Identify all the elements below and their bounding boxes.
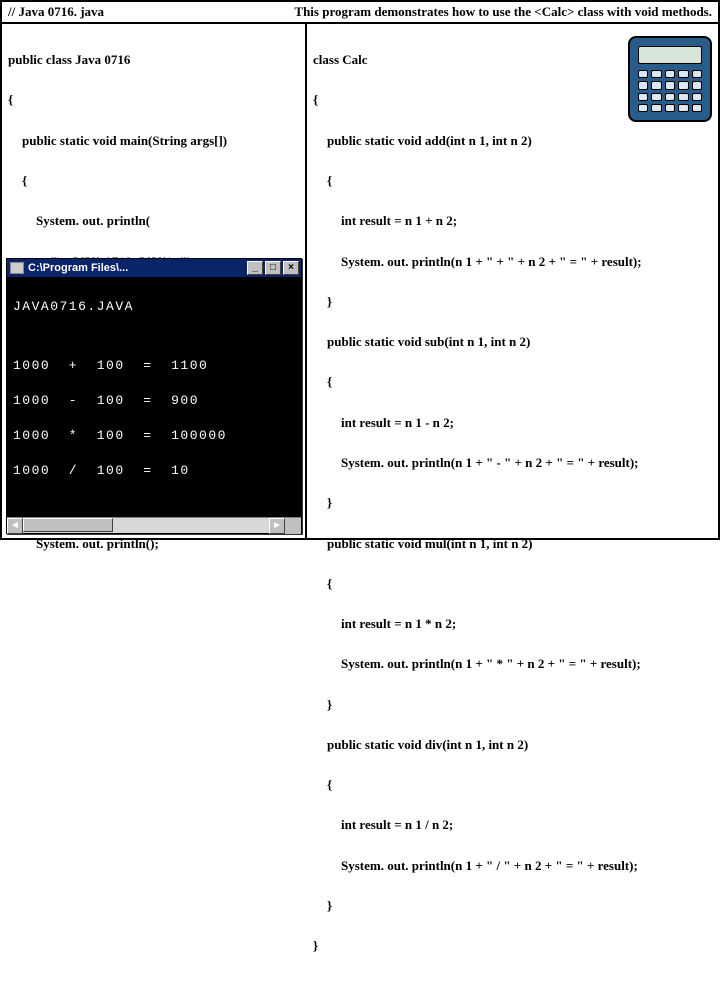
scroll-track[interactable] (23, 518, 269, 533)
code-line: System. out. println(n 1 + " / " + n 2 +… (313, 856, 712, 876)
header-description: This program demonstrates how to use the… (110, 2, 718, 22)
code-line: System. out. println(n 1 + " - " + n 2 +… (313, 453, 712, 473)
code-line: } (313, 936, 712, 956)
code-line: { (313, 372, 712, 392)
code-line: { (313, 574, 712, 594)
output-line: 1000 * 100 = 100000 (13, 427, 295, 445)
horizontal-scrollbar[interactable]: ◄ ► (7, 517, 301, 533)
code-line: } (313, 695, 712, 715)
code-line: { (8, 90, 299, 110)
code-line: } (313, 292, 712, 312)
code-line: } (313, 493, 712, 513)
code-line: System. out. println(n 1 + " * " + n 2 +… (313, 654, 712, 674)
console-output: JAVA0716.JAVA 1000 + 100 = 1100 1000 - 1… (7, 277, 301, 517)
scroll-corner (285, 518, 301, 534)
code-line: System. out. println(); (8, 534, 299, 554)
code-line: } (313, 896, 712, 916)
code-line: { (313, 775, 712, 795)
minimize-button[interactable]: _ (247, 261, 263, 275)
code-line: System. out. println( (8, 211, 299, 231)
scroll-thumb[interactable] (23, 518, 113, 532)
code-line: int result = n 1 / n 2; (313, 815, 712, 835)
cmd-icon (10, 262, 24, 274)
header-bar: // Java 0716. java This program demonstr… (2, 2, 718, 24)
code-line: public static void main(String args[]) (8, 131, 299, 151)
header-filename: // Java 0716. java (2, 2, 110, 22)
code-line: public static void div(int n 1, int n 2) (313, 735, 712, 755)
right-code-block: class Calc { public static void add(int … (307, 24, 718, 1001)
code-line: public static void sub(int n 1, int n 2) (313, 332, 712, 352)
code-line: System. out. println(n 1 + " + " + n 2 +… (313, 252, 712, 272)
output-line: 1000 + 100 = 1100 (13, 357, 295, 375)
close-button[interactable]: × (283, 261, 299, 275)
slide: // Java 0716. java This program demonstr… (0, 0, 720, 540)
code-line: int result = n 1 - n 2; (313, 413, 712, 433)
output-line: 1000 / 100 = 10 (13, 462, 295, 480)
scroll-right-button[interactable]: ► (269, 518, 285, 534)
code-line: int result = n 1 + n 2; (313, 211, 712, 231)
maximize-button[interactable]: □ (265, 261, 281, 275)
code-line: public static void add(int n 1, int n 2) (313, 131, 712, 151)
calculator-icon (612, 30, 712, 126)
output-line: JAVA0716.JAVA (13, 298, 295, 316)
scroll-left-button[interactable]: ◄ (7, 518, 23, 534)
left-column: public class Java 0716 { public static v… (2, 24, 307, 538)
window-buttons: _ □ × (247, 261, 299, 275)
output-line: 1000 - 100 = 900 (13, 392, 295, 410)
console-title: C:\Program Files\... (28, 262, 247, 274)
code-line: public static void mul(int n 1, int n 2) (313, 534, 712, 554)
code-line: public class Java 0716 (8, 50, 299, 70)
columns: public class Java 0716 { public static v… (2, 24, 718, 538)
right-column: class Calc { public static void add(int … (307, 24, 718, 538)
code-line: int result = n 1 * n 2; (313, 614, 712, 634)
code-line: { (313, 171, 712, 191)
console-titlebar: C:\Program Files\... _ □ × (7, 259, 301, 277)
console-window: C:\Program Files\... _ □ × JAVA0716.JAVA… (6, 258, 302, 534)
code-line: { (8, 171, 299, 191)
